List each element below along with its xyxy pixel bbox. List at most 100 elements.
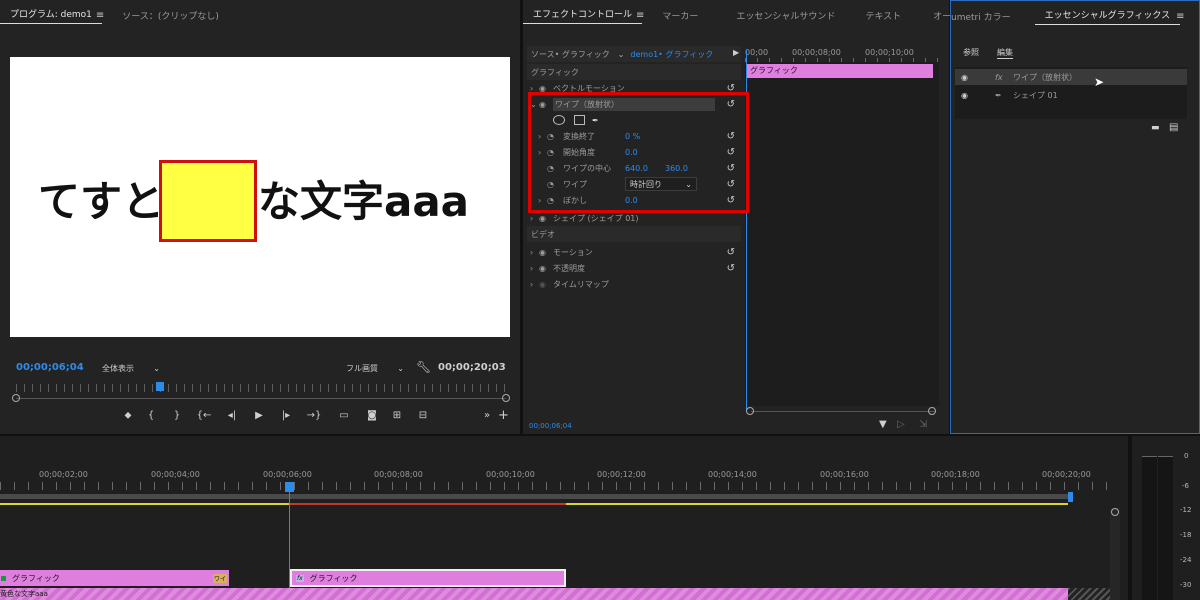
tl-scroll-handle[interactable] [1111, 508, 1119, 516]
add-marker-icon[interactable]: ⬥ [118, 410, 138, 424]
ec-ruler-label-1: 00;00;08;00 [792, 48, 841, 57]
expand-chevron-icon[interactable]: › [527, 248, 539, 257]
add-button-icon[interactable]: + [498, 408, 509, 423]
tab-text[interactable]: テキスト [855, 9, 911, 22]
tl-clip-text[interactable]: 黄色な文字aaa [0, 588, 1068, 600]
row-opacity[interactable]: › ◉ 不透明度 ↺ [527, 260, 741, 276]
row-motion[interactable]: › ◉ モーション ↺ [527, 244, 741, 260]
eg-layer-wipe[interactable]: ◉ fx ワイプ（放射状） [955, 69, 1187, 85]
tl-clip-graphic-1-label: グラフィック [12, 573, 60, 583]
tl-end-marker[interactable] [1068, 492, 1073, 502]
safe-margins-icon[interactable]: ▭ [328, 410, 360, 424]
go-to-in-icon[interactable]: {← [190, 410, 218, 424]
section-graphic-label: グラフィック [531, 67, 579, 77]
ec-timeline-area [745, 62, 939, 406]
scroll-end-handle[interactable] [502, 394, 510, 402]
ec-scrollbar[interactable] [751, 411, 935, 412]
tab-effect-controls[interactable]: エフェクトコントロール [523, 7, 643, 24]
zoom-select[interactable]: 全体表示 ⌄ [98, 361, 164, 375]
lift-icon[interactable]: ⊞ [384, 410, 410, 424]
extract-icon[interactable]: ⊟ [410, 410, 436, 424]
program-playhead[interactable] [156, 382, 164, 391]
eg-layer-shape-label: シェイプ 01 [1013, 90, 1058, 100]
expand-arrow-icon[interactable]: ▶ [733, 48, 739, 57]
filter-icon[interactable]: ▼ [879, 419, 887, 430]
meter-label-5: -30 [1180, 581, 1192, 589]
tl-ruler-label-4: 00;00;10;00 [486, 470, 535, 479]
fx-badge-icon: fx [296, 574, 304, 582]
preview-text-right: な文字aaa [258, 177, 470, 226]
ec-clip-bar[interactable]: グラフィック [747, 64, 933, 78]
eye-icon[interactable]: ◉ [955, 73, 995, 82]
program-scrollbar[interactable] [16, 398, 506, 399]
tab-browse[interactable]: 参照 [963, 47, 979, 59]
eye-icon[interactable]: ◉ [539, 264, 553, 273]
audio-meter-panel: 0 -6 -12 -18 -24 -30 [1132, 436, 1200, 600]
yellow-shape[interactable] [159, 160, 257, 242]
panel-menu-icon[interactable]: ≡ [1176, 11, 1184, 22]
reset-icon[interactable]: ↺ [727, 247, 735, 258]
go-to-out-icon[interactable]: →} [300, 410, 328, 424]
meter-label-4: -24 [1180, 556, 1192, 564]
tl-clip-graphic-2[interactable]: fx グラフィック [290, 569, 566, 587]
wrench-icon[interactable]: 🔧︎ [416, 360, 431, 374]
chevron-down-icon: ⌄ [397, 363, 404, 373]
tab-edit[interactable]: 編集 [997, 47, 1013, 59]
clip-color-icon [1, 575, 6, 581]
quality-select[interactable]: フル画質 ⌄ [342, 361, 408, 375]
camera-icon[interactable]: ◙ [360, 410, 384, 424]
tab-source[interactable]: ソース：(クリップなし) [112, 9, 229, 22]
ec-ruler[interactable]: 00;00 00;00;08;00 00;00;10;00 [745, 46, 939, 62]
chevron-down-icon[interactable]: ⌄ [618, 50, 625, 59]
tab-lumetri[interactable]: umetri カラー [951, 10, 1021, 23]
tl-ruler-label-6: 00;00;14;00 [708, 470, 757, 479]
step-back-icon[interactable]: ◂| [218, 410, 246, 424]
play-audio-icon[interactable]: ▷ [897, 419, 905, 430]
new-layer-icon[interactable]: ▤ [1169, 122, 1178, 133]
step-forward-icon[interactable]: |▸ [272, 410, 300, 424]
tab-markers[interactable]: マーカー [652, 9, 708, 22]
row-time-remap[interactable]: › ◉ タイムリマップ [527, 276, 741, 292]
play-icon[interactable]: ▶ [246, 410, 272, 424]
tl-ruler-ticks [0, 482, 1110, 490]
mark-out-icon[interactable]: } [164, 410, 190, 424]
eg-layer-shape[interactable]: ◉ ✒ シェイプ 01 [955, 87, 1187, 103]
eye-icon[interactable]: ◉ [955, 91, 995, 100]
tl-clip-graphic-1[interactable]: グラフィック ワイ [0, 570, 229, 586]
reset-icon[interactable]: ↺ [727, 263, 735, 274]
tl-ruler-label-1: 00;00;04;00 [151, 470, 200, 479]
tab-essential-sound[interactable]: エッセンシャルサウンド [726, 9, 845, 22]
eye-icon[interactable]: ◉ [539, 248, 553, 257]
panel-menu-icon[interactable]: ≡ [96, 10, 104, 21]
panel-menu-icon[interactable]: ≡ [636, 10, 644, 21]
ec-ruler-label-0: 00;00 [745, 48, 769, 57]
expand-chevron-icon[interactable]: › [527, 264, 539, 273]
tl-playhead-handle[interactable] [285, 482, 294, 492]
program-mini-ruler[interactable] [16, 384, 506, 392]
expand-chevron-icon[interactable]: › [527, 214, 539, 223]
sequence-label[interactable]: demo1• グラフィック [630, 49, 713, 60]
expand-chevron-icon[interactable]: › [527, 280, 539, 289]
ec-ruler-label-2: 00;00;10;00 [865, 48, 914, 57]
mark-in-icon[interactable]: { [138, 410, 164, 424]
tl-vertical-scrollbar[interactable] [1110, 508, 1120, 600]
scroll-start-handle[interactable] [12, 394, 20, 402]
source-label[interactable]: ソース• グラフィック [527, 49, 610, 60]
eg-layer-list: ◉ fx ワイプ（放射状） ◉ ✒ シェイプ 01 [955, 67, 1187, 119]
tl-clip-text-tail [1068, 588, 1110, 600]
highlight-box [528, 92, 749, 213]
tab-essential-graphics[interactable]: エッセンシャルグラフィックス [1034, 8, 1181, 25]
folder-icon[interactable]: ▬ [1151, 123, 1160, 133]
timeline-ruler[interactable]: 00;00;02;00 00;00;04;00 00;00;06;00 00;0… [0, 468, 1128, 492]
more-controls-icon[interactable]: » [484, 410, 490, 421]
export-icon[interactable]: ⇲ [919, 419, 927, 430]
eye-icon[interactable]: ◉ [539, 214, 553, 223]
audio-meter-track-right [1158, 456, 1173, 600]
eye-icon[interactable]: ◉ [539, 280, 553, 289]
preview-canvas[interactable]: てすと な文字aaa [10, 57, 510, 337]
tab-program[interactable]: プログラム: demo1 [0, 7, 102, 24]
tl-work-area-bar[interactable] [0, 494, 1068, 499]
ec-scroll-start-handle[interactable] [746, 407, 754, 415]
ec-scroll-end-handle[interactable] [928, 407, 936, 415]
program-timecode-current[interactable]: 00;00;06;04 [16, 362, 84, 373]
